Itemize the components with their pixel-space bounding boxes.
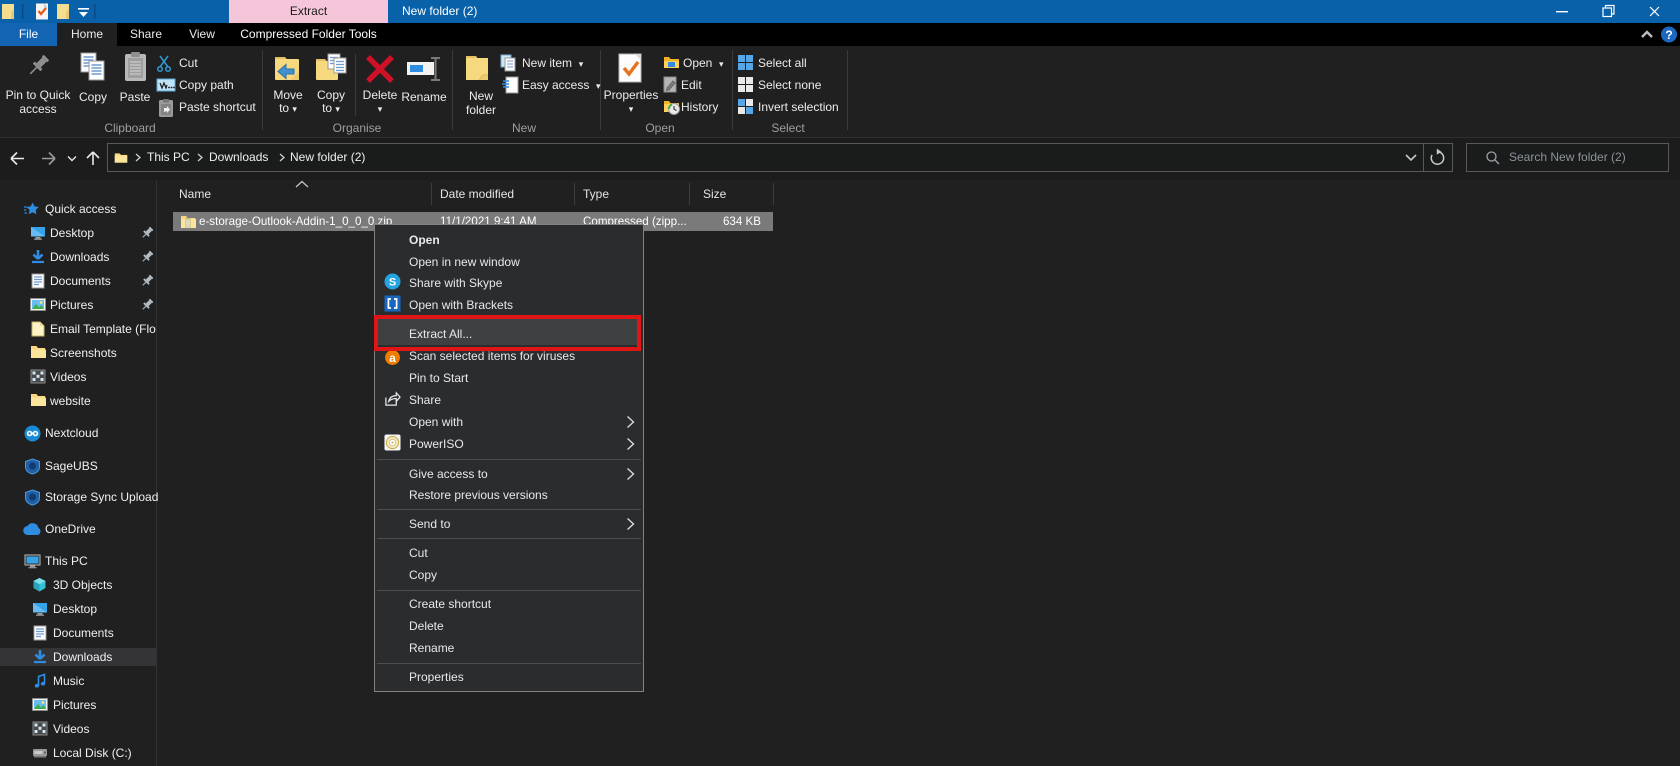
svg-text:a: a — [389, 352, 396, 365]
svg-text:?: ? — [1665, 28, 1672, 42]
svg-text:S: S — [389, 277, 396, 289]
